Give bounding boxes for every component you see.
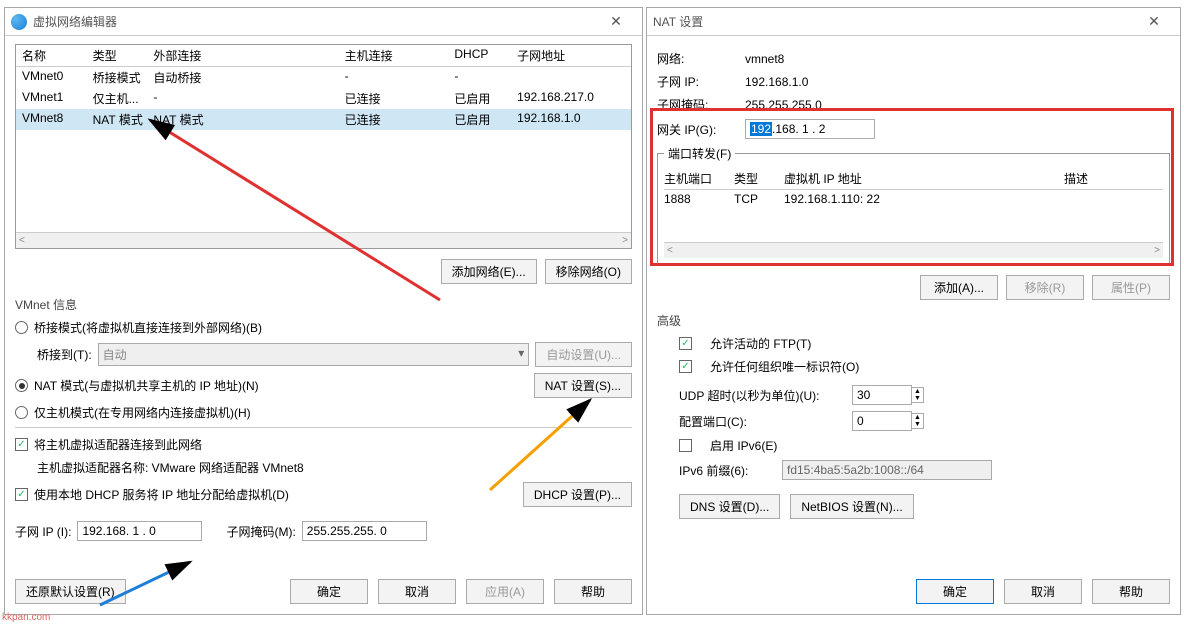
close-icon[interactable]: ✕ <box>596 13 636 30</box>
help-button[interactable]: 帮助 <box>1092 579 1170 604</box>
host-adapter-label: 将主机虚拟适配器连接到此网络 <box>34 436 202 453</box>
horizontal-scrollbar[interactable]: <> <box>664 242 1163 258</box>
dhcp-label: 使用本地 DHCP 服务将 IP 地址分配给虚拟机(D) <box>34 486 517 503</box>
table-row[interactable]: VMnet0 桥接模式 自动桥接 - - <box>16 67 631 88</box>
subnet-mask-value: 255.255.255.0 <box>745 98 822 112</box>
remove-pf-button[interactable]: 移除(R) <box>1006 275 1084 300</box>
window-title: 虚拟网络编辑器 <box>33 13 596 30</box>
nat-settings-button[interactable]: NAT 设置(S)... <box>534 373 632 398</box>
netbios-settings-button[interactable]: NetBIOS 设置(N)... <box>790 494 913 519</box>
restore-defaults-button[interactable]: 还原默认设置(R) <box>15 579 126 604</box>
nat-mode-radio[interactable] <box>15 379 28 392</box>
subnet-mask-label: 子网掩码: <box>657 96 727 113</box>
cancel-button[interactable]: 取消 <box>378 579 456 604</box>
titlebar[interactable]: NAT 设置 ✕ <box>647 8 1180 36</box>
network-value: vmnet8 <box>745 52 784 66</box>
ftp-checkbox[interactable] <box>679 337 692 350</box>
ipv6-checkbox[interactable] <box>679 439 692 452</box>
host-only-label: 仅主机模式(在专用网络内连接虚拟机)(H) <box>34 404 251 421</box>
bridge-to-label: 桥接到(T): <box>37 346 92 363</box>
host-adapter-checkbox[interactable] <box>15 438 28 451</box>
subnet-mask-input[interactable] <box>302 521 427 541</box>
remove-network-button[interactable]: 移除网络(O) <box>545 259 632 284</box>
close-icon[interactable]: ✕ <box>1134 13 1174 30</box>
chevron-up-icon: ▲ <box>912 414 923 421</box>
nat-settings-dialog: NAT 设置 ✕ 网络: vmnet8 子网 IP: 192.168.1.0 子网掩… <box>646 7 1181 615</box>
window-title: NAT 设置 <box>653 13 1134 30</box>
subnet-ip-label: 子网 IP (I): <box>15 523 71 540</box>
chevron-down-icon: ▾ <box>518 346 524 363</box>
add-network-button[interactable]: 添加网络(E)... <box>441 259 537 284</box>
col-ext: 外部连接 <box>153 47 344 64</box>
ipv6-prefix-label: IPv6 前缀(6): <box>679 462 764 479</box>
subnet-mask-label: 子网掩码(M): <box>226 523 295 540</box>
ipv6-prefix-input[interactable] <box>782 460 992 480</box>
subnet-ip-input[interactable] <box>77 521 202 541</box>
ok-button[interactable]: 确定 <box>916 579 994 604</box>
app-icon <box>11 14 27 30</box>
horizontal-scrollbar[interactable]: <> <box>16 232 631 248</box>
udp-timeout-label: UDP 超时(以秒为单位)(U): <box>679 387 834 404</box>
col-host: 主机连接 <box>345 47 455 64</box>
gateway-ip-input[interactable]: 192.168. 1 . 2 <box>745 119 875 139</box>
add-pf-button[interactable]: 添加(A)... <box>920 275 998 300</box>
watermark: kkpan.com <box>2 612 50 623</box>
auto-settings-button[interactable]: 自动设置(U)... <box>535 342 632 367</box>
col-dhcp: DHCP <box>454 47 517 64</box>
chevron-down-icon: ▼ <box>912 395 923 402</box>
col-type: 类型 <box>93 47 154 64</box>
chevron-down-icon: ▼ <box>912 421 923 428</box>
config-port-spinner[interactable]: ▲▼ <box>852 411 924 431</box>
port-forward-label: 端口转发(F) <box>664 145 735 162</box>
help-button[interactable]: 帮助 <box>554 579 632 604</box>
bridge-mode-radio[interactable] <box>15 321 28 334</box>
apply-button[interactable]: 应用(A) <box>466 579 544 604</box>
table-row[interactable]: VMnet1 仅主机... - 已连接 已启用 192.168.217.0 <box>16 88 631 109</box>
adapter-name: 主机虚拟适配器名称: VMware 网络适配器 VMnet8 <box>37 459 304 476</box>
advanced-label: 高级 <box>657 312 1170 329</box>
pf-table-header: 主机端口 类型 虚拟机 IP 地址 描述 <box>664 168 1163 190</box>
ok-button[interactable]: 确定 <box>290 579 368 604</box>
bridge-mode-label: 桥接模式(将虚拟机直接连接到外部网络)(B) <box>34 319 262 336</box>
dns-settings-button[interactable]: DNS 设置(D)... <box>679 494 780 519</box>
gateway-ip-label: 网关 IP(G): <box>657 121 727 138</box>
config-port-label: 配置端口(C): <box>679 413 834 430</box>
port-forward-group: 端口转发(F) 主机端口 类型 虚拟机 IP 地址 描述 1888 TCP 19… <box>657 145 1170 265</box>
network-label: 网络: <box>657 50 727 67</box>
vmnet-table[interactable]: 名称 类型 外部连接 主机连接 DHCP 子网地址 VMnet0 桥接模式 自动… <box>15 44 632 249</box>
subnet-ip-value: 192.168.1.0 <box>745 75 808 89</box>
vmnet-info-label: VMnet 信息 <box>15 296 632 313</box>
props-pf-button[interactable]: 属性(P) <box>1092 275 1170 300</box>
table-header-row: 名称 类型 外部连接 主机连接 DHCP 子网地址 <box>16 45 631 67</box>
titlebar[interactable]: 虚拟网络编辑器 ✕ <box>5 8 642 36</box>
table-row[interactable]: VMnet8 NAT 模式 NAT 模式 已连接 已启用 192.168.1.0 <box>16 109 631 130</box>
chevron-up-icon: ▲ <box>912 388 923 395</box>
dhcp-checkbox[interactable] <box>15 488 28 501</box>
host-only-radio[interactable] <box>15 406 28 419</box>
org-checkbox[interactable] <box>679 360 692 373</box>
col-name: 名称 <box>22 47 93 64</box>
bridge-to-select[interactable]: 自动▾ <box>98 343 530 366</box>
pf-table-row[interactable]: 1888 TCP 192.168.1.110: 22 <box>664 190 1163 208</box>
virtual-network-editor-dialog: 虚拟网络编辑器 ✕ 名称 类型 外部连接 主机连接 DHCP 子网地址 VMne… <box>4 7 643 615</box>
cancel-button[interactable]: 取消 <box>1004 579 1082 604</box>
dhcp-settings-button[interactable]: DHCP 设置(P)... <box>523 482 632 507</box>
subnet-ip-label: 子网 IP: <box>657 73 727 90</box>
nat-mode-label: NAT 模式(与虚拟机共享主机的 IP 地址)(N) <box>34 377 528 394</box>
col-subnet: 子网地址 <box>517 47 625 64</box>
udp-timeout-spinner[interactable]: ▲▼ <box>852 385 924 405</box>
